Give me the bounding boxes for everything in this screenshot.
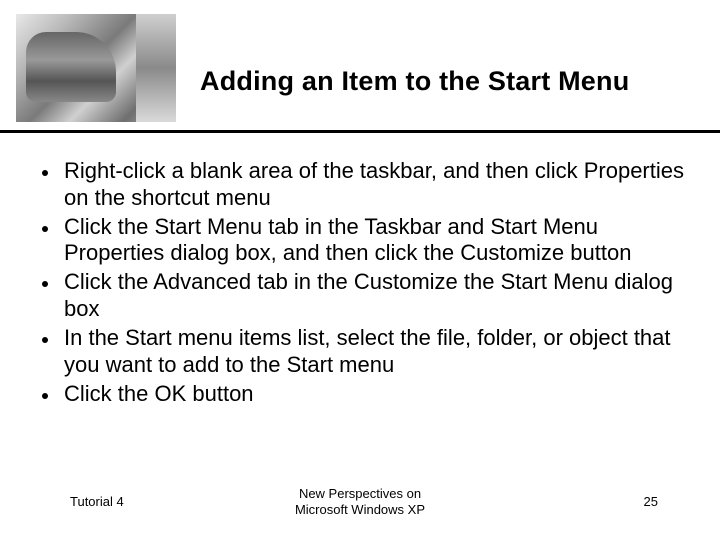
list-item: Right-click a blank area of the taskbar,… (60, 158, 686, 212)
slide-title: Adding an Item to the Start Menu (200, 66, 700, 97)
list-item: Click the OK button (60, 381, 686, 408)
page-number: 25 (644, 494, 658, 509)
slide-header: Adding an Item to the Start Menu (0, 0, 720, 130)
list-item: Click the Advanced tab in the Customize … (60, 269, 686, 323)
footer-center-line2: Microsoft Windows XP (0, 502, 720, 518)
footer-center: New Perspectives on Microsoft Windows XP (0, 486, 720, 517)
slide: Adding an Item to the Start Menu Right-c… (0, 0, 720, 540)
list-item: In the Start menu items list, select the… (60, 325, 686, 379)
slide-footer: Tutorial 4 New Perspectives on Microsoft… (0, 484, 720, 524)
slide-body: Right-click a blank area of the taskbar,… (34, 158, 686, 409)
footer-center-line1: New Perspectives on (0, 486, 720, 502)
bullet-list: Right-click a blank area of the taskbar,… (34, 158, 686, 407)
list-item: Click the Start Menu tab in the Taskbar … (60, 214, 686, 268)
header-image (16, 14, 176, 122)
divider (0, 130, 720, 133)
